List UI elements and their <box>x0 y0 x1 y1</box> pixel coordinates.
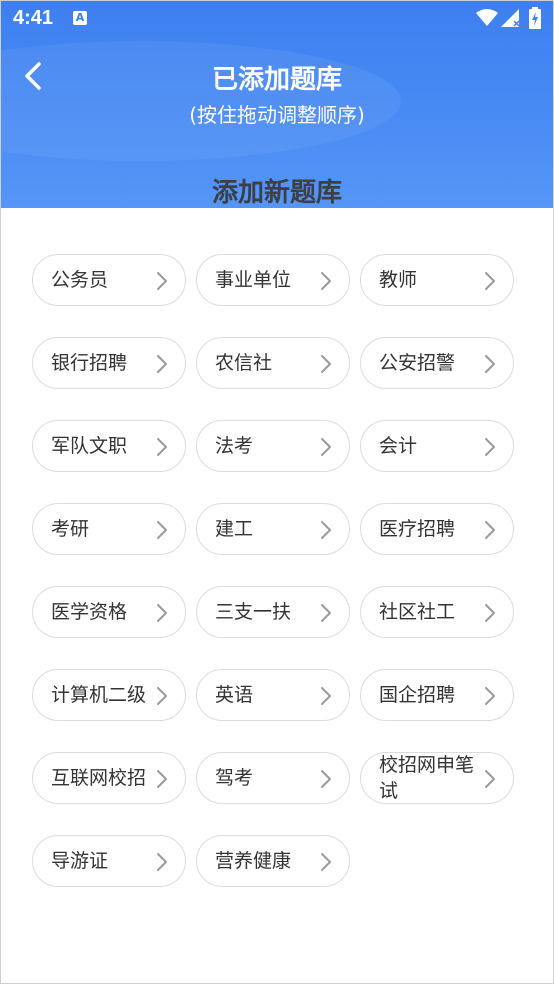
chevron-right-icon <box>157 438 167 456</box>
category-label: 考研 <box>51 518 90 540</box>
chevron-right-icon <box>157 604 167 622</box>
chevron-right-icon <box>321 438 331 456</box>
category-label: 英语 <box>215 684 254 706</box>
chevron-right-icon <box>485 355 495 373</box>
notification-icon: A <box>73 11 87 25</box>
category-chip[interactable]: 导游证 <box>32 835 186 887</box>
category-chip[interactable]: 互联网校招 <box>32 752 186 804</box>
category-chip[interactable]: 建工 <box>196 503 350 555</box>
status-bar: 4:41 A <box>1 1 553 39</box>
chevron-right-icon <box>321 604 331 622</box>
battery-icon <box>529 7 541 29</box>
category-label: 医疗招聘 <box>379 518 456 540</box>
chevron-right-icon <box>157 355 167 373</box>
category-chip[interactable]: 农信社 <box>196 337 350 389</box>
chevron-right-icon <box>321 687 331 705</box>
category-chip[interactable]: 计算机二级 <box>32 669 186 721</box>
category-label: 驾考 <box>215 767 254 789</box>
category-label: 医学资格 <box>51 601 128 623</box>
category-label: 农信社 <box>215 352 273 374</box>
category-chip[interactable]: 会计 <box>360 420 514 472</box>
signal-icon <box>501 9 520 27</box>
category-label: 互联网校招 <box>51 767 147 789</box>
chevron-right-icon <box>321 355 331 373</box>
category-chip[interactable]: 三支一扶 <box>196 586 350 638</box>
chevron-right-icon <box>321 521 331 539</box>
category-label: 会计 <box>379 435 418 457</box>
category-label: 法考 <box>215 435 254 457</box>
category-chip[interactable]: 驾考 <box>196 752 350 804</box>
chevron-right-icon <box>157 687 167 705</box>
chevron-right-icon <box>485 272 495 290</box>
category-chip[interactable]: 教师 <box>360 254 514 306</box>
category-label: 社区社工 <box>379 601 456 623</box>
category-chip[interactable]: 校招网申笔试 <box>360 752 514 804</box>
category-chip[interactable]: 银行招聘 <box>32 337 186 389</box>
header: 4:41 A 已添加题库 (按住拖动调整顺序) 添加新题库 <box>1 1 553 208</box>
category-label: 国企招聘 <box>379 684 456 706</box>
category-chip[interactable]: 考研 <box>32 503 186 555</box>
category-label: 计算机二级 <box>51 684 147 706</box>
chevron-right-icon <box>485 687 495 705</box>
category-label: 建工 <box>215 518 254 540</box>
category-chip[interactable]: 社区社工 <box>360 586 514 638</box>
page-subtitle: (按住拖动调整顺序) <box>189 103 365 127</box>
category-label: 导游证 <box>51 850 109 872</box>
page-title: 已添加题库 <box>211 65 342 95</box>
category-chip[interactable]: 事业单位 <box>196 254 350 306</box>
category-label: 事业单位 <box>215 269 292 291</box>
category-label: 银行招聘 <box>51 352 128 374</box>
status-time: 4:41 <box>13 7 54 29</box>
category-label: 军队文职 <box>51 435 128 457</box>
chevron-right-icon <box>157 272 167 290</box>
category-chip[interactable]: 公安招警 <box>360 337 514 389</box>
chevron-right-icon <box>157 770 167 788</box>
category-chip[interactable]: 法考 <box>196 420 350 472</box>
category-label: 公安招警 <box>379 352 456 374</box>
category-chip[interactable]: 军队文职 <box>32 420 186 472</box>
category-label: 营养健康 <box>215 850 292 872</box>
chevron-right-icon <box>321 770 331 788</box>
chevron-right-icon <box>485 521 495 539</box>
category-grid: 公务员 事业单位 教师银行招聘 农信社 公安招警军队文职 法考 会计考研 建工 医疗招聘医学资格… <box>32 254 522 887</box>
category-label: 三支一扶 <box>215 601 292 623</box>
chevron-right-icon <box>157 853 167 871</box>
chevron-right-icon <box>485 438 495 456</box>
chevron-right-icon <box>485 770 495 788</box>
category-chip[interactable]: 英语 <box>196 669 350 721</box>
category-chip[interactable]: 国企招聘 <box>360 669 514 721</box>
app-screen: 4:41 A 已添加题库 (按住拖动调整顺序) 添加新题库 公务员 事业单位 教师银 <box>0 0 554 984</box>
section-title: 添加新题库 <box>211 178 342 208</box>
chevron-right-icon <box>157 521 167 539</box>
category-chip[interactable]: 医疗招聘 <box>360 503 514 555</box>
chevron-right-icon <box>321 853 331 871</box>
category-label: 公务员 <box>51 269 109 291</box>
category-chip[interactable]: 医学资格 <box>32 586 186 638</box>
category-label: 教师 <box>379 269 418 291</box>
chevron-right-icon <box>485 604 495 622</box>
category-chip[interactable]: 公务员 <box>32 254 186 306</box>
wifi-icon <box>476 9 498 26</box>
chevron-right-icon <box>321 272 331 290</box>
category-chip[interactable]: 营养健康 <box>196 835 350 887</box>
category-label: 校招网申笔试 <box>379 754 475 802</box>
